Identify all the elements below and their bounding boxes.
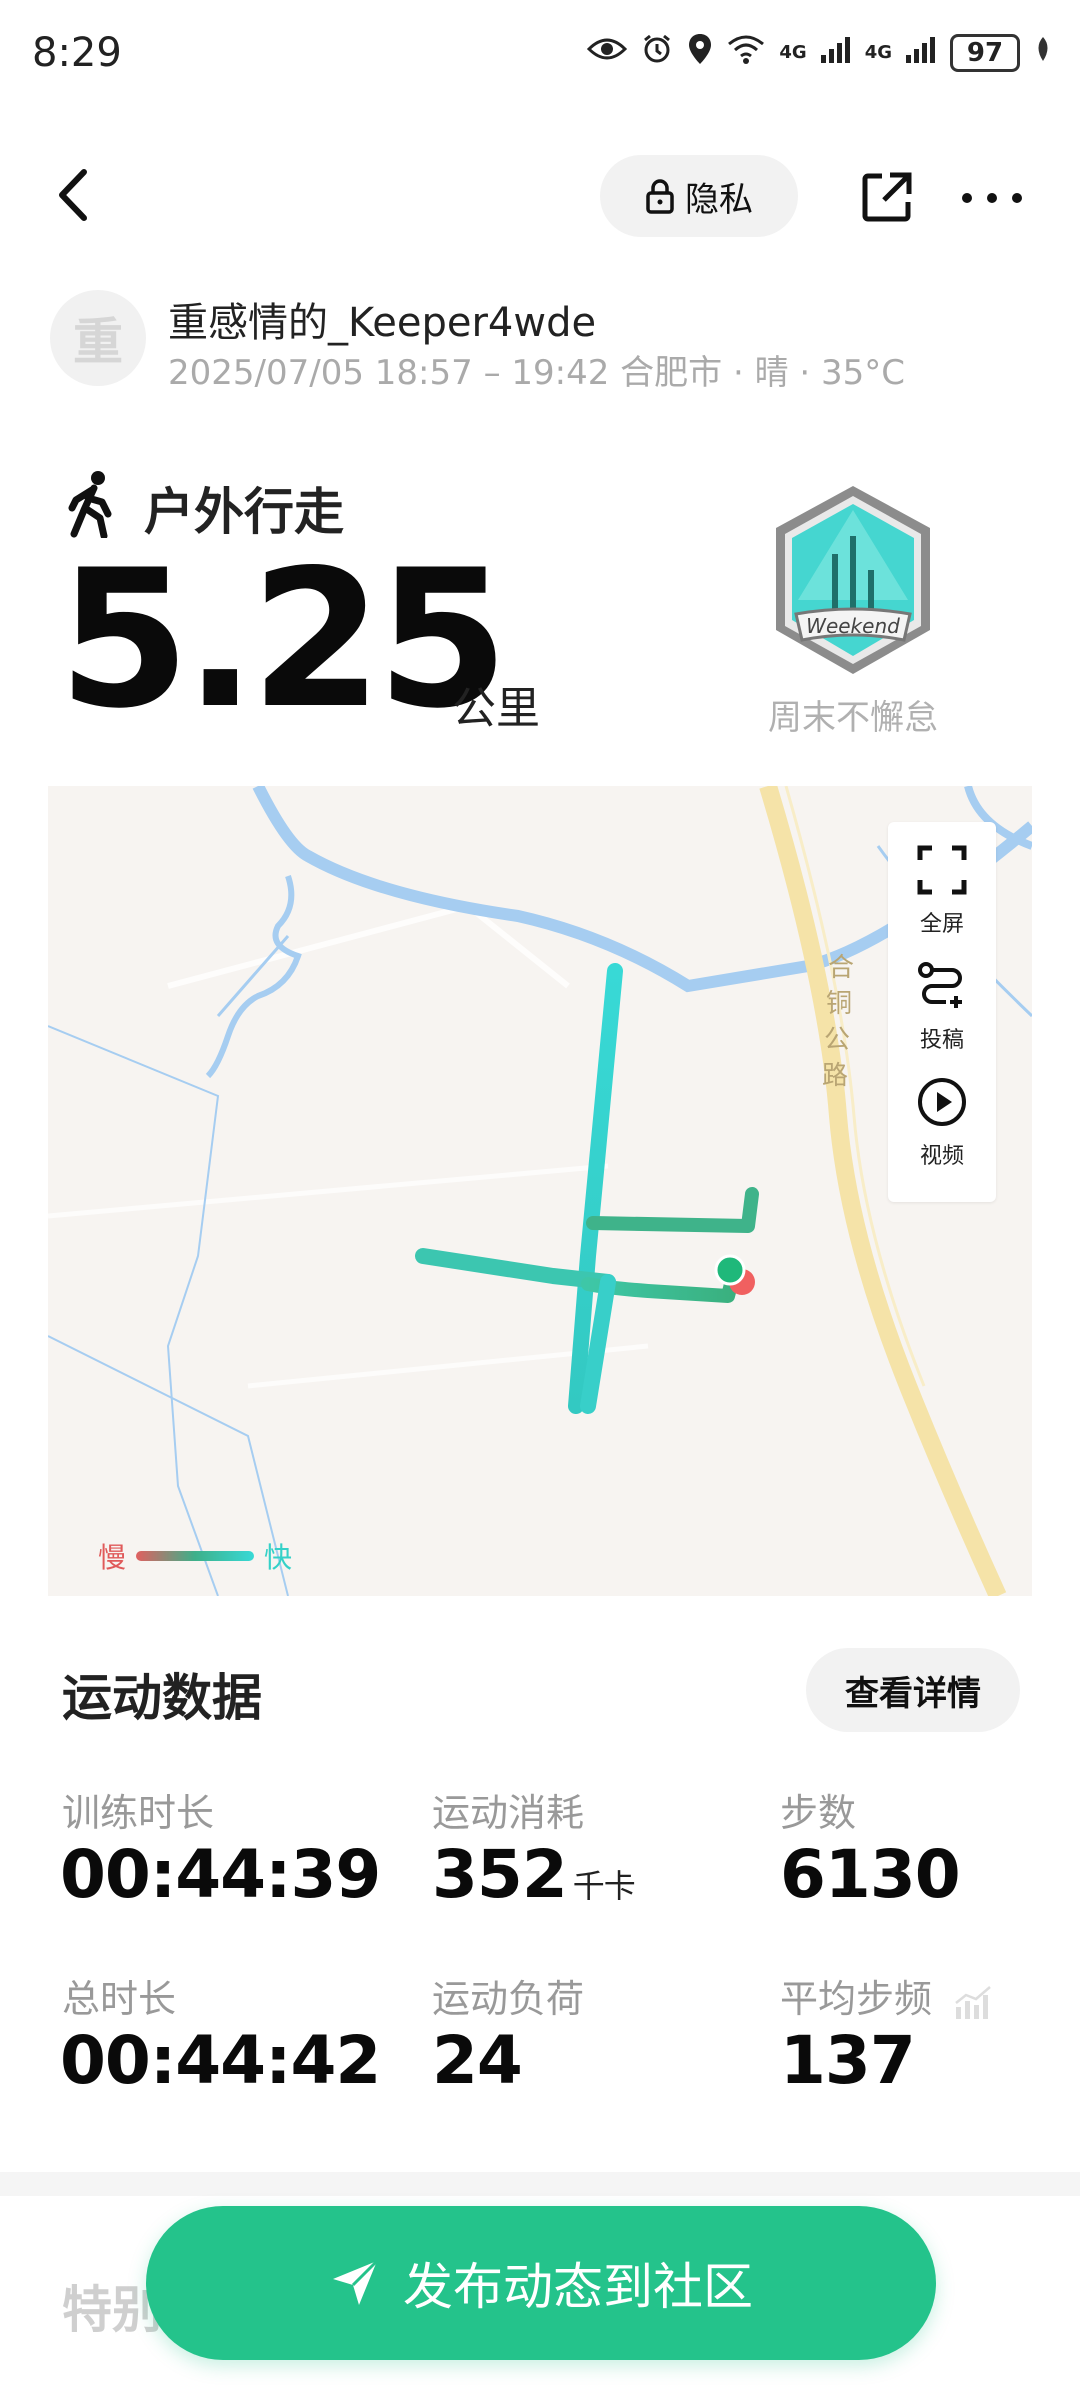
road-label-1: 合	[828, 953, 854, 983]
submit-route-button[interactable]: 投稿	[888, 960, 996, 1054]
back-icon	[59, 169, 87, 221]
signal-icon	[820, 35, 851, 71]
stat-value-load: 24	[432, 2022, 523, 2099]
road-label-2: 铜	[826, 989, 852, 1019]
status-icons: 4G 4G 97	[587, 32, 1052, 74]
stat-value-steps: 6130	[780, 1836, 961, 1913]
badge-label: 周末不懈怠	[768, 698, 938, 738]
map-canvas: 合 铜 公 路	[48, 786, 1032, 1596]
route-submit-icon	[918, 962, 962, 1008]
status-time: 8:29	[32, 30, 122, 76]
section-divider	[0, 2172, 1080, 2196]
road-label-4: 路	[822, 1061, 848, 1091]
stat-label-calories: 运动消耗	[432, 1791, 585, 1835]
more-icon-dot	[962, 193, 972, 203]
route-end-marker	[714, 1254, 746, 1286]
video-label: 视频	[919, 1144, 964, 1169]
lock-icon	[646, 179, 674, 214]
submit-route-label: 投稿	[919, 1028, 964, 1053]
weekend-badge[interactable]: Weekend	[758, 480, 948, 680]
send-icon	[333, 2259, 379, 2305]
stat-label-cadence: 平均步频	[780, 1977, 933, 2021]
signal-icon-2	[906, 35, 936, 71]
speed-legend: 慢 快	[98, 1536, 292, 1576]
share-icon	[862, 172, 912, 222]
network-4g-1: 4G	[779, 42, 807, 63]
workout-meta: 2025/07/05 18:57 – 19:42 合肥市 · 晴 · 35°C	[168, 353, 906, 393]
wifi-icon	[727, 34, 765, 72]
publish-label: 发布动态到社区	[403, 2258, 753, 2316]
location-icon	[687, 32, 713, 74]
stat-label-cadence-wrap[interactable]: 平均步频	[780, 1968, 992, 2023]
leaf-icon	[1034, 35, 1052, 71]
publish-to-community-button[interactable]: 发布动态到社区	[146, 2206, 936, 2360]
more-icon-dot	[1012, 193, 1022, 203]
play-icon	[918, 1078, 966, 1126]
badge-text: Weekend	[806, 614, 900, 638]
status-bar: 8:29 4G 4G 97	[0, 0, 1080, 110]
road-label-3: 公	[824, 1025, 850, 1055]
legend-slow: 慢	[98, 1541, 127, 1574]
route-map[interactable]: 合 铜 公 路	[48, 786, 1032, 1596]
eye-icon	[587, 35, 628, 71]
share-button[interactable]	[860, 170, 914, 224]
stat-label-steps: 步数	[780, 1791, 857, 1835]
map-toolbar: 全屏 投稿 视频	[888, 822, 996, 1202]
walking-icon	[64, 470, 124, 540]
distance-value: 5.25	[58, 529, 509, 750]
battery-indicator: 97	[950, 34, 1020, 72]
video-button[interactable]: 视频	[888, 1076, 996, 1170]
legend-fast: 快	[264, 1541, 293, 1574]
privacy-button[interactable]: 隐私	[600, 155, 798, 237]
stat-value-calories: 352	[432, 1836, 568, 1913]
chart-icon	[955, 1985, 991, 2019]
network-4g-2: 4G	[864, 42, 892, 63]
fullscreen-button[interactable]: 全屏	[888, 844, 996, 938]
stat-value-total-time: 00:44:42	[60, 2022, 381, 2099]
stats-title: 运动数据	[62, 1669, 262, 1727]
user-name[interactable]: 重感情的_Keeper4wde	[168, 290, 596, 348]
stat-value-calories-wrap: 352 千卡	[432, 1836, 636, 1913]
view-details-button[interactable]: 查看详情	[806, 1648, 1020, 1732]
workout-detail-page: 8:29 4G 4G 97 隐私 重 重感情的_Keeper4wde 2025/…	[0, 0, 1080, 2400]
back-button[interactable]	[50, 160, 110, 230]
stat-label-training-time: 训练时长	[62, 1791, 215, 1835]
stat-unit-calories: 千卡	[572, 1867, 636, 1905]
alarm-icon	[641, 33, 673, 73]
stat-label-total-time: 总时长	[62, 1977, 177, 2021]
distance-unit: 公里	[452, 683, 540, 734]
stat-value-training-time: 00:44:39	[60, 1836, 381, 1913]
more-button[interactable]	[962, 178, 1022, 218]
fullscreen-icon	[917, 845, 967, 895]
stat-value-cadence: 137	[780, 2022, 916, 2099]
more-icon-dot	[987, 193, 997, 203]
route-path	[415, 963, 759, 1414]
stat-label-load: 运动负荷	[432, 1977, 585, 2021]
fullscreen-label: 全屏	[919, 912, 964, 937]
avatar[interactable]: 重	[50, 290, 146, 386]
privacy-label: 隐私	[685, 179, 753, 220]
legend-gradient-bar	[136, 1551, 255, 1561]
